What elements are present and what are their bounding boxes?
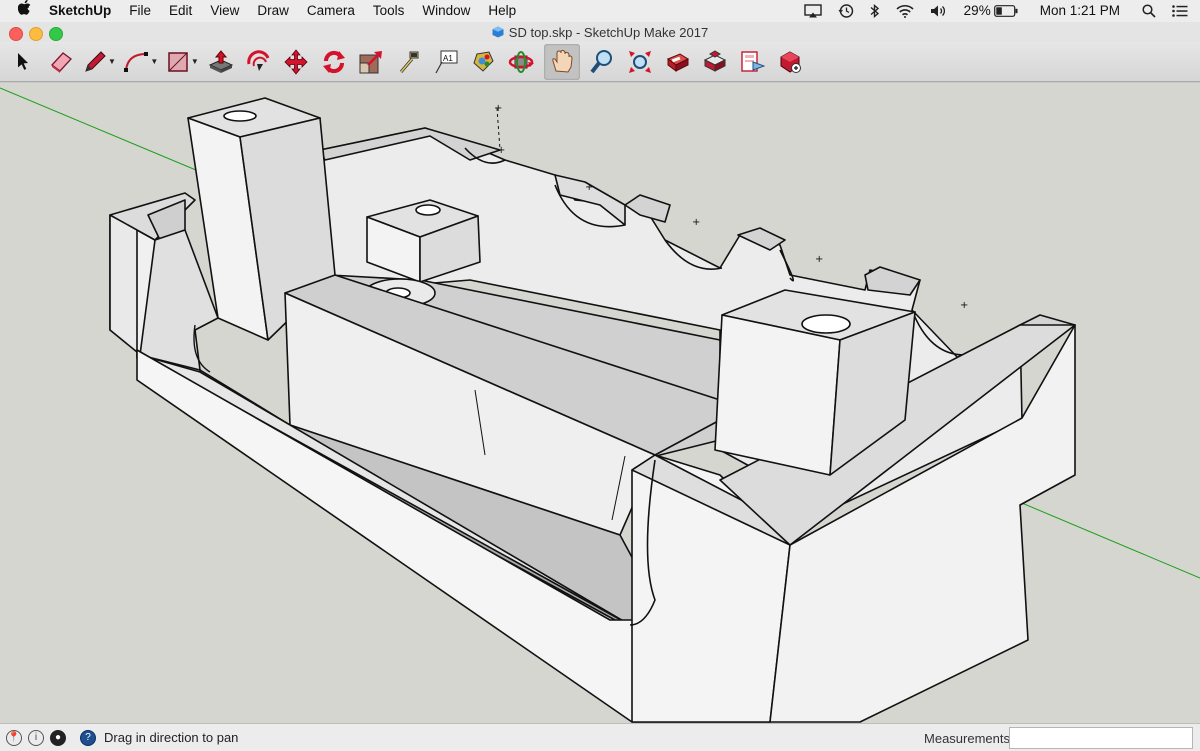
offset-tool-button[interactable] — [244, 44, 274, 80]
menu-bar: SketchUp File Edit View Draw Camera Tool… — [0, 0, 1200, 23]
eraser-icon — [50, 51, 72, 73]
large-tool-set-toolbar: ▼ ▼ ▼ A1 — [0, 42, 1200, 82]
push-pull-tool-button[interactable] — [206, 44, 236, 80]
select-icon — [18, 52, 28, 70]
menu-help[interactable]: Help — [479, 0, 525, 22]
extension-warehouse-icon — [703, 49, 726, 72]
offset-icon — [247, 49, 270, 71]
svg-text:+: + — [497, 145, 505, 156]
pan-tool-button[interactable] — [543, 43, 580, 80]
zoom-icon — [590, 49, 613, 73]
text-icon: A1 — [435, 50, 458, 73]
arc-tool-button[interactable]: ▼ — [123, 44, 158, 80]
zoom-extents-icon — [628, 50, 651, 73]
status-bar: 📍 i ● ? Drag in direction to pan Measure… — [0, 723, 1200, 751]
status-hint: Drag in direction to pan — [104, 730, 239, 745]
close-window-button[interactable] — [9, 27, 23, 41]
scale-icon — [359, 50, 383, 73]
layout-button[interactable] — [737, 44, 767, 80]
zoom-tool-button[interactable] — [587, 44, 617, 80]
orbit-icon — [509, 50, 535, 73]
right-pillar-hole — [801, 314, 851, 334]
extension-manager-button[interactable] — [775, 44, 805, 80]
bluetooth-icon[interactable] — [862, 3, 888, 19]
battery-percent: 29% — [963, 3, 991, 18]
menu-draw[interactable]: Draw — [248, 0, 298, 22]
drawing-viewport[interactable]: + + + + + + — [0, 83, 1200, 723]
menu-camera[interactable]: Camera — [298, 0, 364, 22]
zoom-window-button[interactable] — [49, 27, 63, 41]
svg-text:A1: A1 — [443, 54, 453, 63]
clock[interactable]: Mon 1:21 PM — [1026, 0, 1134, 22]
menu-tools[interactable]: Tools — [364, 0, 414, 22]
svg-text:+: + — [494, 103, 502, 114]
svg-text:+: + — [585, 182, 593, 193]
scale-tool-button[interactable] — [356, 44, 386, 80]
rotate-tool-button[interactable] — [319, 44, 349, 80]
wifi-icon[interactable] — [888, 4, 922, 18]
menu-view[interactable]: View — [201, 0, 248, 22]
menu-window[interactable]: Window — [413, 0, 479, 22]
pencil-icon — [85, 50, 106, 72]
text-tool-button[interactable]: A1 — [431, 44, 461, 80]
svg-text:+: + — [960, 300, 968, 311]
measurements-input[interactable] — [1009, 727, 1193, 749]
layout-icon — [741, 50, 766, 72]
sketchup-file-icon — [492, 26, 504, 38]
geo-location-icon[interactable]: 📍 — [6, 729, 22, 746]
svg-text:+: + — [815, 254, 823, 265]
airplay-icon[interactable] — [796, 4, 830, 18]
3d-warehouse-icon — [667, 52, 690, 72]
pan-icon — [552, 49, 573, 73]
time-machine-icon[interactable] — [830, 3, 862, 19]
rectangle-icon — [168, 51, 188, 72]
window-title-bar: SD top.skp - SketchUp Make 2017 — [0, 22, 1200, 42]
battery-icon[interactable] — [993, 5, 1026, 17]
model-canvas[interactable]: + + + + + + — [0, 83, 1200, 723]
spotlight-search-icon[interactable] — [1134, 4, 1164, 18]
pillar-hole — [223, 110, 257, 122]
tape-measure-tool-button[interactable] — [394, 44, 424, 80]
app-menu[interactable]: SketchUp — [40, 0, 120, 22]
menu-file[interactable]: File — [120, 0, 160, 22]
pencil-tool-button[interactable]: ▼ — [83, 44, 116, 80]
eraser-tool-button[interactable] — [46, 44, 76, 80]
window-title: SD top.skp - SketchUp Make 2017 — [508, 24, 709, 40]
orbit-tool-button[interactable] — [506, 44, 536, 80]
extension-manager-icon — [780, 50, 801, 73]
help-icon[interactable]: ? — [80, 729, 96, 746]
rotate-icon — [322, 50, 345, 73]
select-tool-button[interactable] — [8, 44, 38, 80]
menu-edit[interactable]: Edit — [160, 0, 201, 22]
extension-warehouse-button[interactable] — [700, 44, 730, 80]
zoom-extents-tool-button[interactable] — [625, 44, 655, 80]
tape-measure-icon — [399, 51, 419, 73]
move-icon — [284, 48, 308, 75]
credits-icon[interactable]: i — [28, 729, 44, 746]
paint-bucket-icon — [473, 50, 494, 72]
apple-icon[interactable] — [0, 0, 40, 22]
measurements-label: Measurements — [924, 731, 1010, 746]
minimize-window-button[interactable] — [29, 27, 43, 41]
volume-icon[interactable] — [922, 4, 956, 18]
arc-icon — [124, 51, 149, 72]
user-account-icon[interactable]: ● — [50, 729, 66, 746]
move-tool-button[interactable] — [281, 44, 311, 80]
svg-text:+: + — [692, 217, 700, 228]
rectangle-tool-button[interactable]: ▼ — [166, 44, 199, 80]
3d-warehouse-button[interactable] — [662, 44, 692, 80]
push-pull-icon — [209, 49, 234, 73]
paint-bucket-tool-button[interactable] — [469, 44, 499, 80]
notification-center-icon[interactable] — [1164, 5, 1200, 17]
